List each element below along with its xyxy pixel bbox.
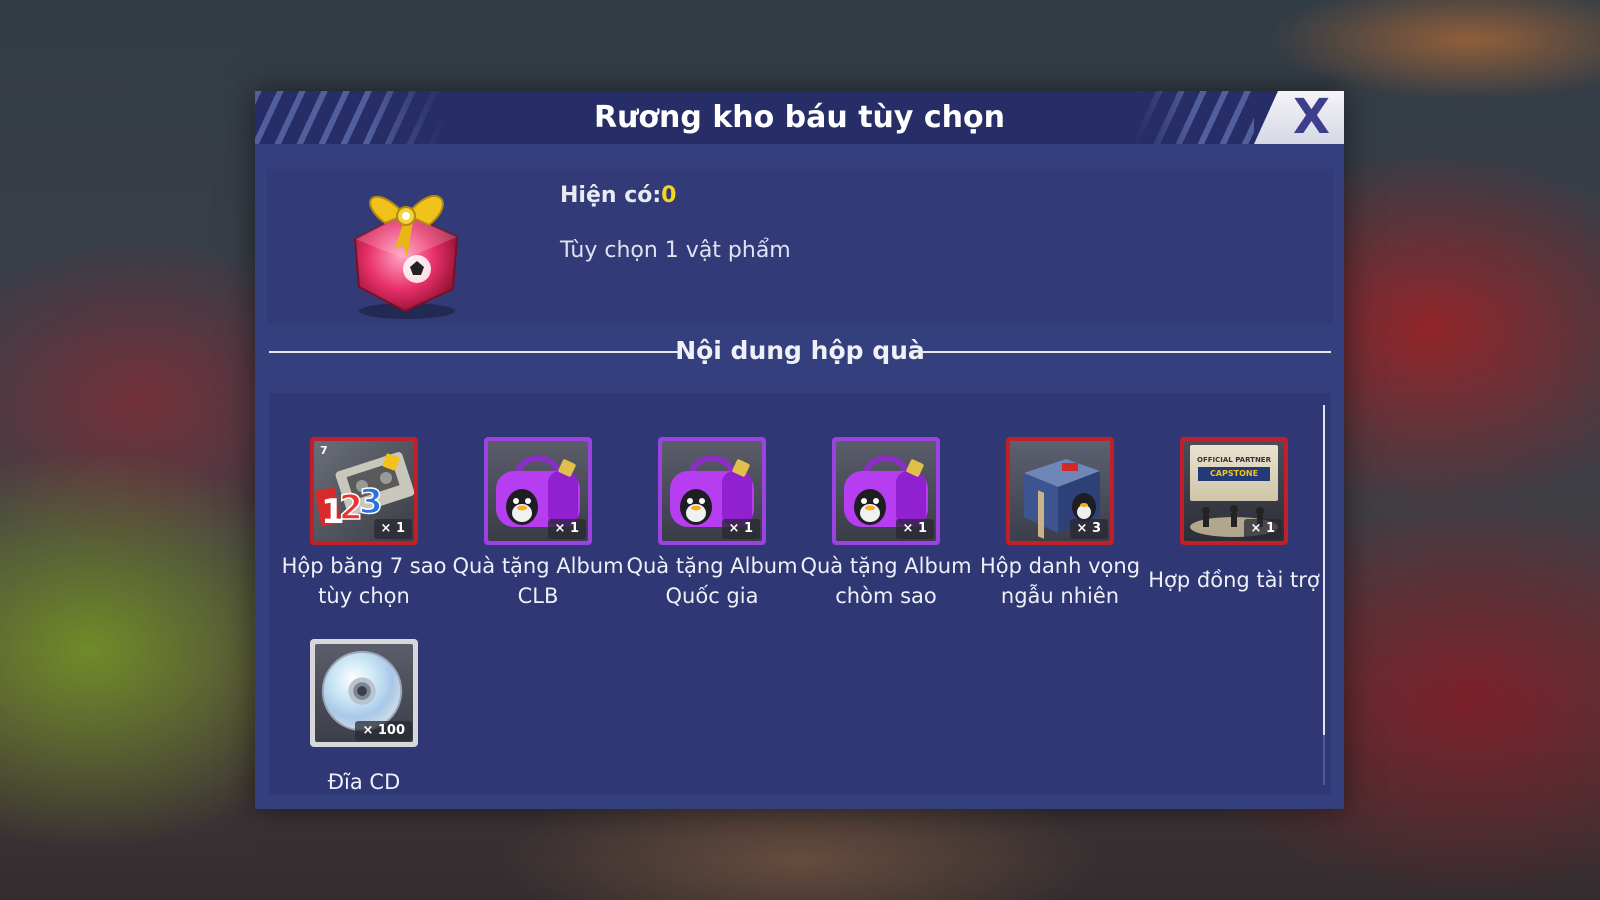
close-icon: X xyxy=(1292,91,1330,144)
item-quantity: × 1 xyxy=(373,519,412,539)
item-label-line1: Hộp danh vọng xyxy=(979,554,1141,578)
gift-contents-header: Nội dung hộp quà xyxy=(269,331,1331,371)
item-frame: 1 2 3 7 × 1 xyxy=(310,437,418,545)
dialog-title: Rương kho báu tùy chọn xyxy=(593,100,1006,135)
item-frame: × 3 xyxy=(1006,437,1114,545)
gift-item-cd-disc[interactable]: × 100 Đĩa CD xyxy=(277,639,451,797)
chest-description: Tùy chọn 1 vật phẩm xyxy=(560,238,791,263)
item-label: Đĩa CD xyxy=(277,767,451,797)
chest-info-panel: Hiện có:0 Tùy chọn 1 vật phẩm xyxy=(267,169,1333,324)
item-quantity: × 1 xyxy=(547,519,586,539)
item-quantity: × 100 xyxy=(355,721,412,741)
divider-right xyxy=(918,351,1331,353)
item-quantity: × 1 xyxy=(1243,519,1282,539)
item-quantity: × 1 xyxy=(721,519,760,539)
item-label: Hợp đồng tài trợ xyxy=(1147,565,1321,595)
gift-item-album-club[interactable]: × 1 Quà tặng Album CLB xyxy=(451,437,625,611)
owned-count: Hiện có:0 xyxy=(560,183,676,208)
item-frame: × 1 xyxy=(658,437,766,545)
item-label-line2: chòm sao xyxy=(835,584,937,608)
owned-value: 0 xyxy=(661,183,677,208)
item-label-line1: Đĩa CD xyxy=(327,770,401,794)
item-label: Hộp danh vọng ngẫu nhiên xyxy=(973,551,1147,611)
gift-item-album-constellation[interactable]: × 1 Quà tặng Album chòm sao xyxy=(799,437,973,611)
item-frame: OFFICIAL PARTNER CAPSTONE × 1 xyxy=(1180,437,1288,545)
gift-item-fame-box[interactable]: × 3 Hộp danh vọng ngẫu nhiên xyxy=(973,437,1147,611)
treasure-chest-dialog: Rương kho báu tùy chọn X Hiện có:0 Tùy c… xyxy=(255,91,1344,809)
item-label-line1: Quà tặng Album xyxy=(452,554,624,578)
gift-item-album-national[interactable]: × 1 Quà tặng Album Quốc gia xyxy=(625,437,799,611)
item-label-line1: Quà tặng Album xyxy=(626,554,798,578)
svg-text:3: 3 xyxy=(359,482,383,522)
item-label-line1: Hợp đồng tài trợ xyxy=(1148,568,1320,592)
dialog-header: Rương kho báu tùy chọn X xyxy=(255,91,1344,144)
item-frame: × 1 xyxy=(832,437,940,545)
gift-item-cassette-box[interactable]: 1 2 3 7 × 1 Hộp băng 7 sao tùy chọn xyxy=(277,437,451,611)
item-label-line2: Quốc gia xyxy=(665,584,759,608)
item-label: Quà tặng Album CLB xyxy=(451,551,625,611)
item-star-badge: 7 xyxy=(320,444,328,457)
gift-items-grid[interactable]: 1 2 3 7 × 1 Hộp băng 7 sao tùy chọn × 1 … xyxy=(269,393,1331,795)
item-quantity: × 3 xyxy=(1069,519,1108,539)
item-label-line2: tùy chọn xyxy=(318,584,410,608)
item-frame: × 100 xyxy=(310,639,418,747)
gift-chest-icon xyxy=(353,195,459,319)
close-button[interactable]: X xyxy=(1254,91,1344,144)
item-label-line2: CLB xyxy=(517,584,559,608)
item-frame: × 1 xyxy=(484,437,592,545)
owned-label: Hiện có: xyxy=(560,183,662,208)
item-label-line1: Quà tặng Album xyxy=(800,554,972,578)
item-label: Hộp băng 7 sao tùy chọn xyxy=(277,551,451,611)
gift-item-sponsor-contract[interactable]: OFFICIAL PARTNER CAPSTONE × 1 Hợp đồng t… xyxy=(1147,437,1321,595)
item-label-line2: ngẫu nhiên xyxy=(1000,584,1120,608)
scrollbar-thumb[interactable] xyxy=(1323,405,1325,735)
item-quantity: × 1 xyxy=(895,519,934,539)
item-label: Quà tặng Album Quốc gia xyxy=(625,551,799,611)
item-label-line1: Hộp băng 7 sao xyxy=(281,554,447,578)
item-label: Quà tặng Album chòm sao xyxy=(799,551,973,611)
